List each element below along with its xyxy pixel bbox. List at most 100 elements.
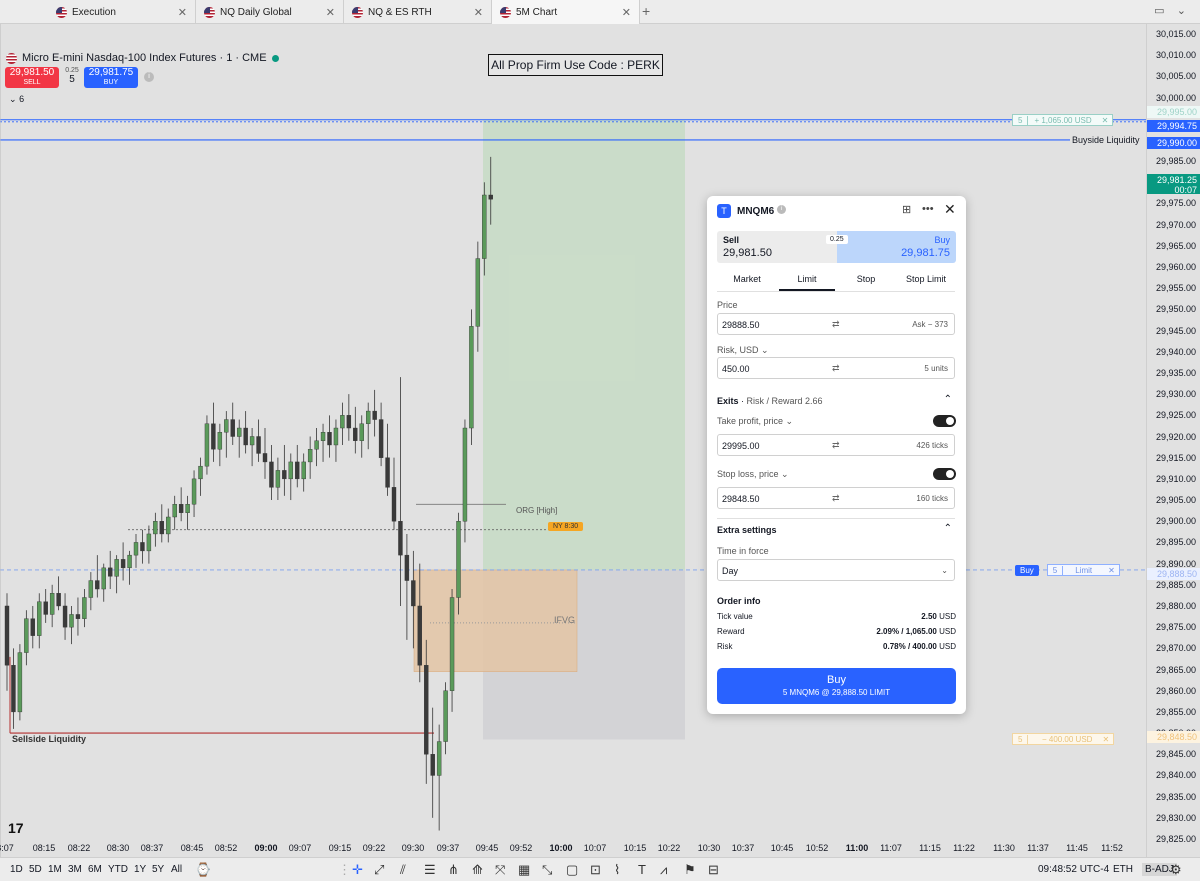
take-profit-field[interactable]: 29995.00 ⇄ 426 ticks: [717, 434, 955, 456]
brush-icon[interactable]: ⌇: [614, 862, 620, 878]
flag-icon[interactable]: ⚑: [684, 862, 696, 878]
us-flag-icon: [500, 6, 511, 18]
risk-label[interactable]: Risk, USD ⌄: [717, 345, 769, 356]
rectangle-icon[interactable]: ▢: [566, 862, 578, 878]
info-icon[interactable]: i: [777, 205, 786, 214]
close-icon[interactable]: ✕: [474, 6, 483, 19]
text-icon[interactable]: T: [638, 862, 646, 877]
swap-icon[interactable]: ⇄: [832, 319, 840, 330]
range-ytd[interactable]: YTD: [108, 864, 128, 875]
sl-price-tag[interactable]: 29,848.50: [1147, 731, 1200, 744]
stop-loss-toggle[interactable]: [933, 468, 956, 480]
range-1d[interactable]: 1D: [10, 864, 23, 875]
price-field[interactable]: 29888.50 ⇄ Ask − 373: [717, 313, 955, 335]
take-profit-order-tag[interactable]: 5 + 1,065.00 USD ✕: [1012, 114, 1114, 126]
tab-limit[interactable]: Limit: [777, 274, 837, 284]
pattern-icon[interactable]: ⩘: [660, 862, 667, 878]
limit-qty: 5: [1048, 565, 1064, 575]
chart-canvas[interactable]: [0, 24, 1146, 857]
tp-line-price-tag[interactable]: 29,994.75: [1147, 120, 1200, 133]
new-tab-plus-icon[interactable]: +: [642, 3, 650, 19]
chart-pane[interactable]: Micro E-mini Nasdaq-100 Index Futures · …: [0, 24, 1146, 857]
long-position-icon[interactable]: ⟰: [472, 862, 483, 878]
range-1m[interactable]: 1M: [48, 864, 62, 875]
quick-trade-qty[interactable]: 0.25 5: [62, 67, 82, 85]
limit-price-tag[interactable]: 29,888.50: [1147, 568, 1200, 581]
stop-loss-order-tag[interactable]: 5 − 400.00 USD ✕: [1012, 733, 1115, 745]
session-toggle[interactable]: ETH: [1113, 864, 1133, 875]
last-price-tag[interactable]: 29,981.25 00:07: [1147, 174, 1200, 195]
tp-price-tag[interactable]: 29,995.00: [1147, 106, 1200, 119]
exits-label: Exits: [717, 396, 739, 406]
price-scale[interactable]: 30,015.00 30,010.00 30,005.00 30,000.00 29,9…: [1146, 24, 1200, 857]
tp-label[interactable]: Take profit, price ⌄: [717, 416, 793, 427]
risk-field[interactable]: 450.00 ⇄ 5 units: [717, 357, 955, 379]
ruler-icon[interactable]: ⊟: [708, 862, 719, 878]
crosshair-icon[interactable]: ✛: [352, 862, 363, 878]
candle-body: [275, 470, 281, 488]
gann-icon[interactable]: ⤧: [495, 862, 505, 878]
chevron-up-icon[interactable]: ⌃: [944, 523, 952, 534]
candle-body: [204, 423, 210, 467]
close-icon[interactable]: ✕: [1098, 116, 1113, 125]
grid-icon[interactable]: ▦: [518, 862, 530, 878]
info-icon[interactable]: i: [144, 72, 154, 82]
tradingview-logo-icon[interactable]: 17: [8, 820, 24, 836]
close-icon[interactable]: ✕: [326, 6, 335, 19]
ny-open-label: NY 8:30: [548, 522, 584, 531]
close-icon[interactable]: ✕: [178, 6, 187, 19]
time-axis[interactable]: 8:07 08:15 08:22 08:30 08:37 08:45 08:52 09:00 0…: [0, 837, 1146, 857]
settings-gear-icon[interactable]: ⚙: [1170, 862, 1182, 878]
indicators-toggle[interactable]: ⌄ 6: [9, 94, 24, 105]
sell-side-button[interactable]: Sell 29,981.50: [717, 231, 837, 263]
time-in-force-select[interactable]: Day ⌄: [717, 559, 955, 581]
chevron-up-icon[interactable]: ⌃: [944, 394, 952, 405]
symbol-title[interactable]: Micro E-mini Nasdaq-100 Index Futures · …: [22, 52, 267, 64]
goto-date-icon[interactable]: ⌚: [195, 862, 211, 878]
candle-body: [346, 415, 352, 429]
tab-nq-daily-global[interactable]: NQ Daily Global ✕: [196, 0, 344, 24]
more-icon[interactable]: •••: [922, 203, 934, 215]
parallel-channel-icon[interactable]: ⫽: [400, 862, 406, 878]
buy-side-button[interactable]: Buy 29,981.75: [837, 231, 956, 263]
extra-settings-label[interactable]: Extra settings: [717, 525, 777, 535]
exits-header[interactable]: Exits · Risk / Reward 2.66: [717, 396, 823, 406]
measure-icon[interactable]: ⊡: [590, 862, 601, 878]
quick-buy-button[interactable]: 29,981.75 BUY: [84, 67, 138, 88]
window-controls-icon[interactable]: ▭ ⌄: [1154, 4, 1186, 17]
elliott-icon[interactable]: ⤡: [542, 862, 552, 878]
candle-body: [37, 601, 42, 636]
close-icon[interactable]: ✕: [944, 201, 956, 218]
layout-icon[interactable]: ⊞: [902, 203, 911, 216]
submit-buy-button[interactable]: Buy 5 MNQM6 @ 29,888.50 LIMIT: [717, 668, 956, 704]
range-5d[interactable]: 5D: [29, 864, 42, 875]
fib-icon[interactable]: ☰: [424, 862, 436, 878]
close-icon[interactable]: ✕: [1104, 566, 1119, 575]
tab-market[interactable]: Market: [717, 274, 777, 284]
tab-nq-es-rth[interactable]: NQ & ES RTH ✕: [344, 0, 492, 24]
tab-stop-limit[interactable]: Stop Limit: [895, 274, 957, 284]
swap-icon[interactable]: ⇄: [832, 363, 840, 374]
tab-5m-chart[interactable]: 5M Chart ✕: [492, 0, 640, 24]
limit-order-tag[interactable]: Buy 5 Limit ✕: [1015, 564, 1120, 576]
range-all[interactable]: All: [171, 864, 182, 875]
take-profit-toggle[interactable]: [933, 415, 956, 427]
buyside-price-tag[interactable]: 29,990.00: [1147, 137, 1200, 150]
candle-body: [443, 690, 448, 742]
drag-handle-icon[interactable]: ⋮: [338, 862, 351, 878]
tab-execution[interactable]: Execution ✕: [48, 0, 196, 24]
close-icon[interactable]: ✕: [1098, 735, 1113, 744]
range-3m[interactable]: 3M: [68, 864, 82, 875]
stop-loss-field[interactable]: 29848.50 ⇄ 160 ticks: [717, 487, 955, 509]
sl-label[interactable]: Stop loss, price ⌄: [717, 469, 789, 480]
range-6m[interactable]: 6M: [88, 864, 102, 875]
swap-icon[interactable]: ⇄: [832, 493, 840, 504]
swap-icon[interactable]: ⇄: [832, 440, 840, 451]
trendline-icon[interactable]: ⤢: [374, 862, 384, 878]
pitchfork-icon[interactable]: ⋔: [448, 862, 459, 878]
range-1y[interactable]: 1Y: [134, 864, 146, 875]
tab-stop[interactable]: Stop: [837, 274, 895, 284]
quick-sell-button[interactable]: 29,981.50 SELL: [5, 67, 59, 88]
range-5y[interactable]: 5Y: [152, 864, 164, 875]
close-icon[interactable]: ✕: [622, 6, 631, 19]
